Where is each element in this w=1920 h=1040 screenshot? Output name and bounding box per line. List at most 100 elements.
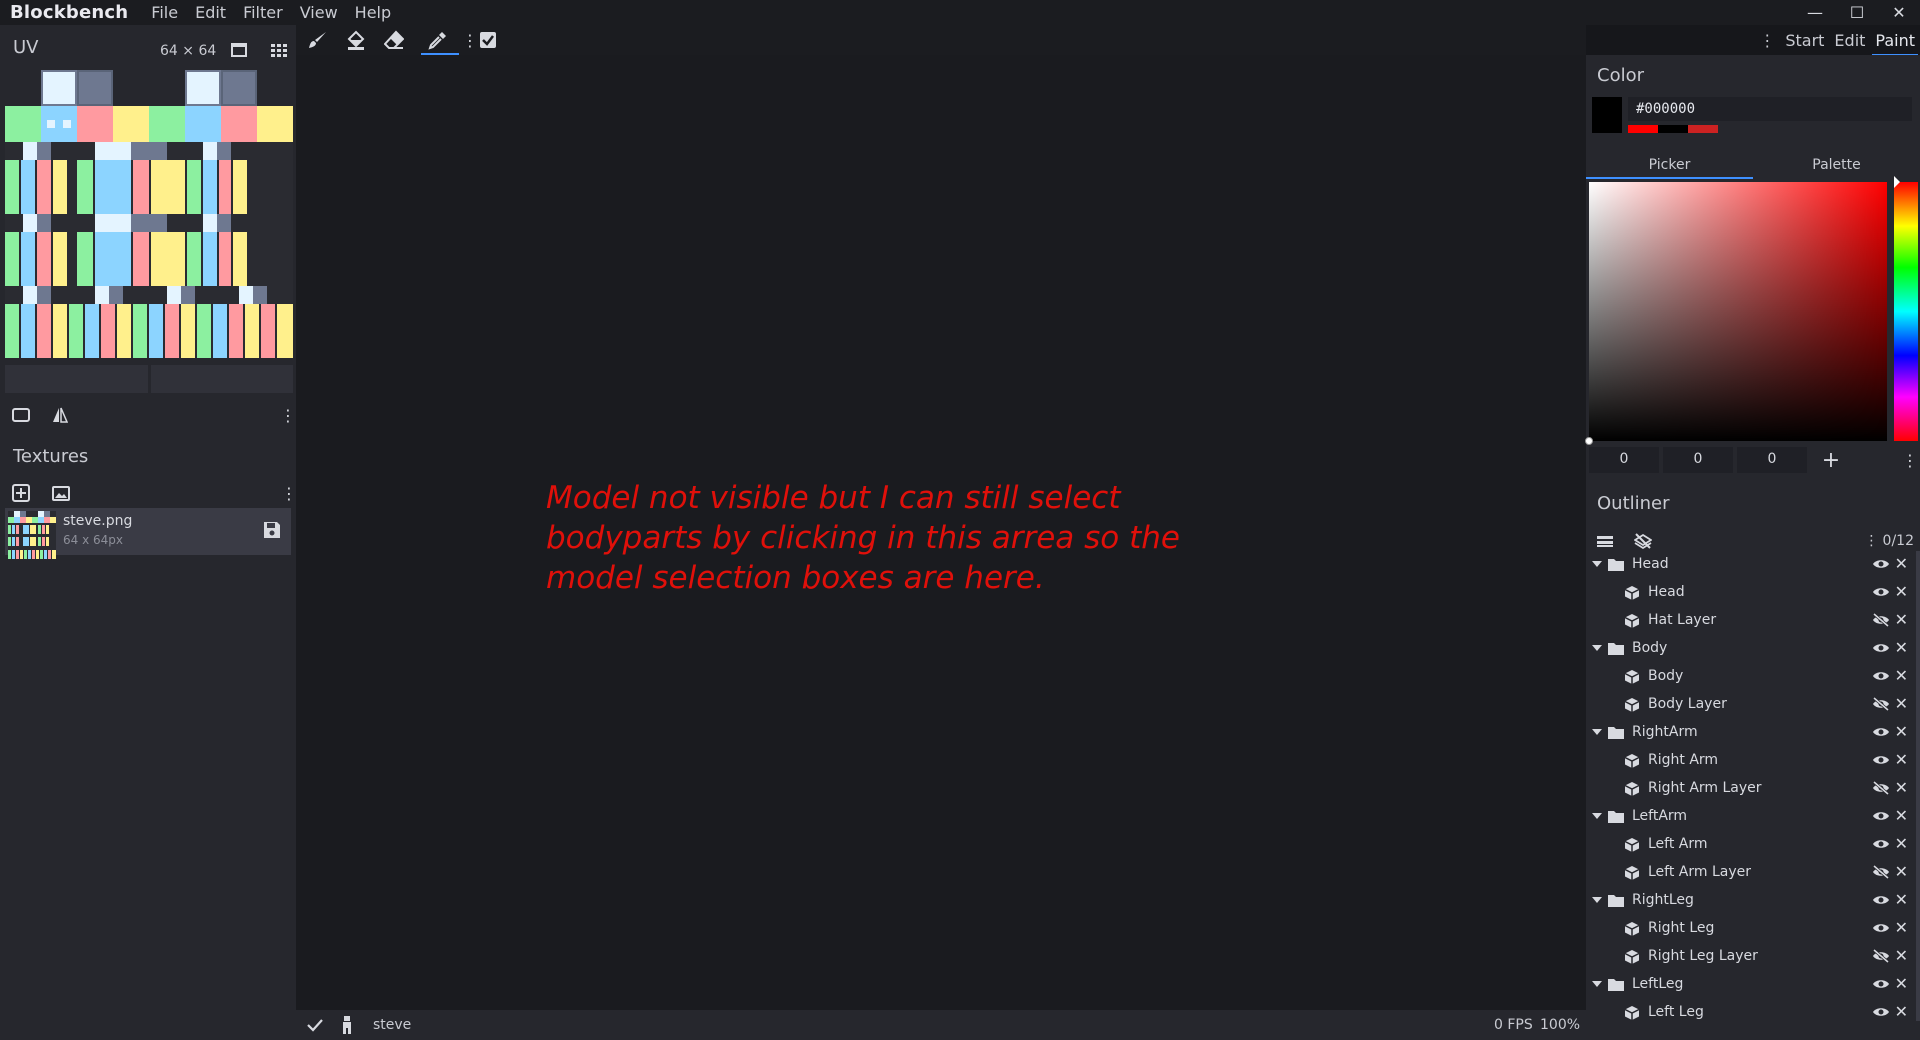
outliner-cube-row[interactable]: Head ✕ (1586, 579, 1916, 607)
visibility-icon[interactable] (1872, 1005, 1890, 1019)
texture-item[interactable]: steve.png 64 x 64px (5, 508, 291, 559)
outliner-cube-row[interactable]: Right Arm Layer ✕ (1586, 775, 1916, 803)
outliner-more-icon[interactable]: ⋮ (1865, 533, 1879, 549)
maximize-button[interactable]: ☐ (1836, 0, 1878, 25)
delete-icon[interactable]: ✕ (1895, 778, 1908, 797)
hue-knob[interactable] (1894, 176, 1900, 188)
3d-viewport[interactable]: Model not visible but I can still select… (296, 55, 1586, 1010)
visibility-icon[interactable] (1872, 725, 1890, 739)
visibility-off-icon[interactable] (1872, 780, 1890, 796)
history-color-1[interactable] (1628, 125, 1658, 133)
visibility-icon[interactable] (1872, 921, 1890, 935)
outliner-cube-row[interactable]: Body ✕ (1586, 663, 1916, 691)
visibility-off-icon[interactable] (1872, 948, 1890, 964)
tab-paint[interactable]: Paint (1870, 31, 1920, 56)
expand-arrow-icon[interactable] (1592, 561, 1602, 567)
delete-icon[interactable]: ✕ (1895, 834, 1908, 853)
menu-help[interactable]: Help (348, 3, 401, 22)
outliner-group-row[interactable]: Head ✕ (1586, 551, 1916, 579)
delete-icon[interactable]: ✕ (1895, 946, 1908, 965)
mode-more-icon[interactable]: ⋮ (1754, 31, 1780, 50)
blue-input[interactable]: 0 (1737, 447, 1807, 473)
expand-arrow-icon[interactable] (1592, 897, 1602, 903)
outliner-scrollbar[interactable] (1916, 551, 1920, 1021)
uv-slider-left[interactable] (5, 365, 148, 393)
history-color-3[interactable] (1688, 125, 1718, 133)
tab-picker[interactable]: Picker (1586, 153, 1753, 179)
person-icon[interactable] (336, 1014, 358, 1036)
outliner-group-row[interactable]: LeftArm ✕ (1586, 803, 1916, 831)
menu-filter[interactable]: Filter (236, 3, 293, 22)
eraser-icon[interactable] (382, 28, 406, 52)
outliner-cube-row[interactable]: Hat Layer ✕ (1586, 607, 1916, 635)
delete-icon[interactable]: ✕ (1895, 918, 1908, 937)
collapse-all-icon[interactable] (1594, 530, 1616, 552)
outliner-cube-row[interactable]: Left Leg ✕ (1586, 999, 1916, 1027)
delete-icon[interactable]: ✕ (1895, 666, 1908, 685)
expand-arrow-icon[interactable] (1592, 981, 1602, 987)
visibility-off-icon[interactable] (1872, 612, 1890, 628)
expand-arrow-icon[interactable] (1592, 645, 1602, 651)
delete-icon[interactable]: ✕ (1895, 554, 1908, 573)
color-picker-icon[interactable] (426, 28, 450, 52)
delete-icon[interactable]: ✕ (1895, 862, 1908, 881)
save-icon[interactable] (263, 521, 283, 541)
visibility-icon[interactable] (1872, 557, 1890, 571)
visibility-icon[interactable] (1872, 977, 1890, 991)
outliner-group-row[interactable]: Body ✕ (1586, 635, 1916, 663)
expand-arrow-icon[interactable] (1592, 813, 1602, 819)
visibility-icon[interactable] (1872, 585, 1890, 599)
import-texture-icon[interactable] (50, 482, 72, 504)
outliner-group-row[interactable]: RightArm ✕ (1586, 719, 1916, 747)
color-more-icon[interactable]: ⋮ (1902, 451, 1918, 470)
mirror-icon[interactable] (49, 404, 71, 426)
delete-icon[interactable]: ✕ (1895, 750, 1908, 769)
uv-editor-canvas[interactable] (5, 70, 293, 358)
add-texture-icon[interactable] (10, 482, 32, 504)
uv-size-label[interactable]: 64 ⨯ 64 (160, 43, 216, 59)
hex-input[interactable]: #000000 (1628, 97, 1912, 121)
visibility-icon[interactable] (1872, 809, 1890, 823)
green-input[interactable]: 0 (1663, 447, 1733, 473)
checkbox-icon[interactable] (476, 28, 500, 52)
tab-edit[interactable]: Edit (1829, 31, 1870, 50)
visibility-icon[interactable] (1872, 641, 1890, 655)
minimize-button[interactable]: — (1794, 0, 1836, 25)
menu-edit[interactable]: Edit (188, 3, 236, 22)
visibility-off-icon[interactable] (1872, 696, 1890, 712)
visibility-icon[interactable] (1872, 837, 1890, 851)
visibility-icon[interactable] (1872, 753, 1890, 767)
outliner-group-row[interactable]: RightLeg ✕ (1586, 887, 1916, 915)
toggle-layers-icon[interactable] (1632, 530, 1654, 552)
sv-knob[interactable] (1585, 437, 1593, 445)
outliner-cube-row[interactable]: Left Arm Layer ✕ (1586, 859, 1916, 887)
delete-icon[interactable]: ✕ (1895, 974, 1908, 993)
delete-icon[interactable]: ✕ (1895, 694, 1908, 713)
brush-icon[interactable] (306, 28, 330, 52)
visibility-icon[interactable] (1872, 669, 1890, 683)
delete-icon[interactable]: ✕ (1895, 890, 1908, 909)
fill-bucket-icon[interactable] (344, 28, 368, 52)
delete-icon[interactable]: ✕ (1895, 610, 1908, 629)
saturation-value-field[interactable] (1585, 182, 1887, 445)
outliner-cube-row[interactable]: Right Leg ✕ (1586, 915, 1916, 943)
tab-start[interactable]: Start (1780, 31, 1829, 50)
delete-icon[interactable]: ✕ (1895, 806, 1908, 825)
grid-icon[interactable] (268, 41, 290, 59)
delete-icon[interactable]: ✕ (1895, 638, 1908, 657)
outliner-group-row[interactable]: LeftLeg ✕ (1586, 971, 1916, 999)
fullscreen-icon[interactable] (228, 41, 250, 59)
outliner-cube-row[interactable]: Right Arm ✕ (1586, 747, 1916, 775)
red-input[interactable]: 0 (1589, 447, 1659, 473)
outliner-cube-row[interactable]: Left Arm ✕ (1586, 831, 1916, 859)
visibility-off-icon[interactable] (1872, 864, 1890, 880)
close-button[interactable]: ✕ (1878, 0, 1920, 25)
delete-icon[interactable]: ✕ (1895, 582, 1908, 601)
current-color-swatch[interactable] (1592, 97, 1622, 133)
outliner-cube-row[interactable]: Body Layer ✕ (1586, 691, 1916, 719)
expand-arrow-icon[interactable] (1592, 729, 1602, 735)
check-icon[interactable] (304, 1014, 326, 1036)
outliner-cube-row[interactable]: Right Leg Layer ✕ (1586, 943, 1916, 971)
hue-slider[interactable] (1894, 176, 1918, 441)
history-color-2[interactable] (1658, 125, 1688, 133)
